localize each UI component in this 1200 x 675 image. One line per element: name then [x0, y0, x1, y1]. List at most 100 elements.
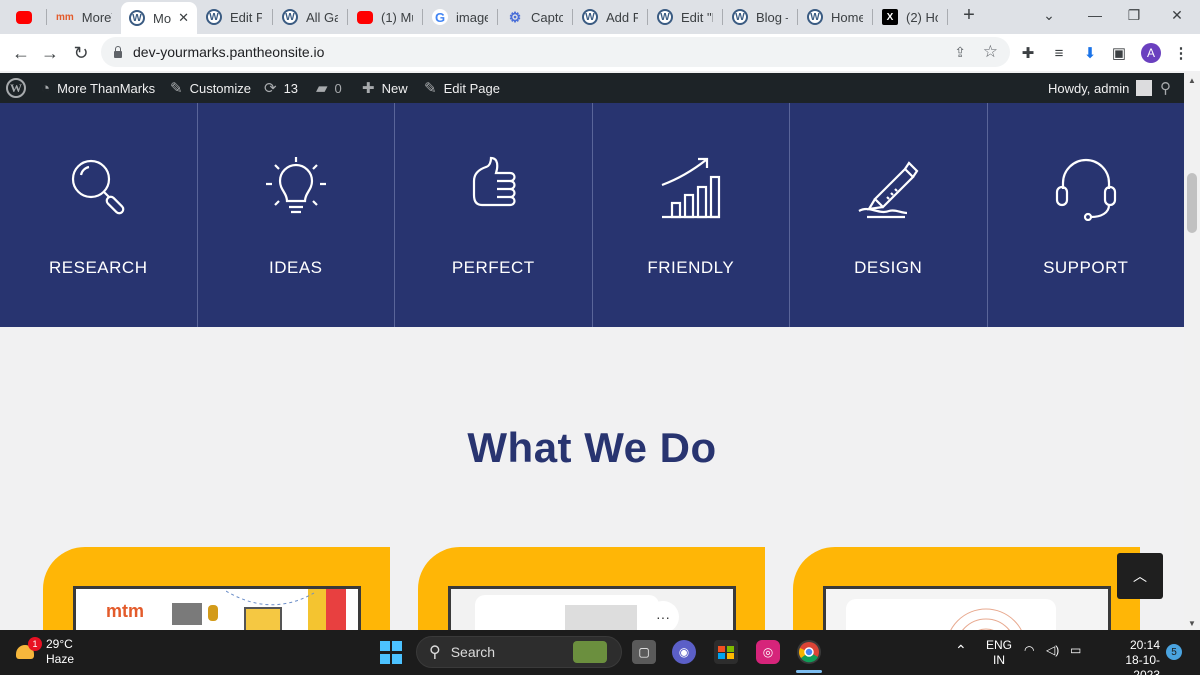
- new-content-link[interactable]: ✚ New: [362, 73, 408, 103]
- scroll-thumb[interactable]: [1187, 173, 1197, 233]
- close-tab-icon[interactable]: ✕: [178, 10, 189, 26]
- wordpress-icon: W: [732, 9, 748, 25]
- service-card[interactable]: [793, 547, 1140, 646]
- language-indicator[interactable]: ENG IN: [986, 638, 1012, 668]
- wordpress-icon: W: [582, 9, 598, 25]
- my-account-menu[interactable]: Howdy, admin: [1048, 73, 1153, 103]
- comments-link[interactable]: ▰ 0: [316, 73, 342, 103]
- growth-chart-icon: [661, 157, 720, 219]
- wordpress-icon: W: [206, 9, 222, 25]
- notification-center-badge[interactable]: 5: [1166, 644, 1182, 660]
- browser-tab[interactable]: (1) Mul: [349, 4, 421, 30]
- wifi-icon[interactable]: ◠: [1024, 643, 1034, 658]
- feature-label: IDEAS: [268, 258, 323, 277]
- side-panel-icon[interactable]: ▣: [1108, 42, 1130, 64]
- browser-tab-strip: mm MoreTh W Mo ✕ W Edit Pag W All Galle …: [0, 0, 1200, 34]
- more-menu-icon[interactable]: ⋮: [1170, 42, 1192, 64]
- browser-tab[interactable]: W Blog – I: [724, 4, 796, 30]
- battery-icon[interactable]: ▭: [1070, 643, 1081, 658]
- profile-avatar[interactable]: A: [1141, 43, 1161, 63]
- youtube-icon: [16, 10, 32, 24]
- wordpress-logo-icon: W: [6, 78, 26, 98]
- instagram-icon[interactable]: ◎: [756, 640, 780, 664]
- browser-tab[interactable]: W Edit "Bl: [649, 4, 721, 30]
- tab-search-chevron-icon[interactable]: ⌄: [1026, 0, 1072, 30]
- microsoft-store-icon[interactable]: [714, 640, 738, 664]
- scroll-down-arrow-icon[interactable]: ▼: [1184, 616, 1200, 630]
- browser-tab[interactable]: X (2) Hon: [874, 4, 946, 30]
- browser-tab[interactable]: W Edit Pag: [198, 4, 270, 30]
- paintbrush-icon: ✎: [170, 80, 183, 97]
- weather-widget[interactable]: 1 29°C Haze: [12, 637, 74, 667]
- back-to-top-button[interactable]: ︿: [1117, 553, 1163, 599]
- media-control-icon[interactable]: ≡: [1048, 42, 1070, 64]
- address-bar[interactable]: dev-yourmarks.pantheonsite.io ⇪ ☆: [101, 37, 1010, 67]
- admin-search-button[interactable]: ⚲: [1160, 73, 1171, 103]
- feature-label: PERFECT: [451, 258, 535, 277]
- notification-badge: 1: [28, 637, 42, 651]
- lock-icon: [113, 46, 123, 58]
- browser-tab[interactable]: mm MoreTh: [48, 4, 120, 30]
- plus-icon: ✚: [362, 80, 375, 97]
- haze-weather-icon: 1: [12, 637, 42, 665]
- browser-toolbar: ← → ↻ dev-yourmarks.pantheonsite.io ⇪ ☆ …: [0, 34, 1200, 71]
- feature-label: DESIGN: [854, 258, 923, 277]
- avatar: [1136, 80, 1153, 96]
- bookmark-star-icon[interactable]: ☆: [983, 42, 998, 62]
- close-window-button[interactable]: ✕: [1154, 0, 1200, 30]
- dashboard-icon: ◔: [41, 79, 51, 97]
- updates-link[interactable]: ⟳ 13: [264, 73, 298, 103]
- forward-arrow-icon[interactable]: →: [37, 40, 63, 66]
- download-icon[interactable]: ⬇: [1079, 42, 1101, 64]
- browser-tab[interactable]: W Add Plu: [574, 4, 646, 30]
- service-card[interactable]: ···: [418, 547, 765, 646]
- share-icon[interactable]: ⇪: [954, 44, 966, 61]
- feature-support[interactable]: SUPPORT: [988, 103, 1185, 327]
- wp-logo-menu[interactable]: W: [6, 73, 26, 103]
- captcha-icon: ⚙: [508, 8, 522, 25]
- volume-icon[interactable]: ◁): [1046, 643, 1059, 658]
- clock[interactable]: 20:14 18-10-2023: [1100, 638, 1160, 675]
- feature-label: FRIENDLY: [647, 258, 735, 277]
- headset-icon: [1055, 158, 1116, 221]
- comment-bubble-icon: ▰: [316, 80, 328, 97]
- site-name-link[interactable]: ◔ More ThanMarks: [41, 73, 155, 103]
- extensions-puzzle-icon[interactable]: ✚: [1017, 42, 1039, 64]
- more-dots-icon: ···: [647, 601, 679, 633]
- feature-research[interactable]: RESEARCH: [0, 103, 198, 327]
- show-hidden-icons-chevron-icon[interactable]: ⌃: [955, 643, 967, 658]
- browser-tab[interactable]: [8, 4, 44, 30]
- restore-button[interactable]: ❐: [1111, 0, 1157, 30]
- browser-tab[interactable]: W All Galle: [274, 4, 346, 30]
- url-text: dev-yourmarks.pantheonsite.io: [133, 44, 325, 60]
- x-twitter-icon: X: [882, 9, 898, 25]
- pencil-icon: ✎: [424, 80, 437, 97]
- feature-design[interactable]: DESIGN: [790, 103, 988, 327]
- back-arrow-icon[interactable]: ←: [8, 40, 34, 66]
- youtube-icon: [357, 10, 373, 24]
- feature-label: RESEARCH: [49, 258, 148, 277]
- reload-icon[interactable]: ↻: [68, 40, 94, 66]
- edit-page-link[interactable]: ✎ Edit Page: [424, 73, 500, 103]
- task-view-icon[interactable]: ▢: [632, 640, 656, 664]
- feature-perfect[interactable]: PERFECT: [395, 103, 593, 327]
- service-card[interactable]: mtm: [43, 547, 390, 646]
- taskbar-search[interactable]: ⚲ Search: [416, 636, 622, 668]
- browser-tab-active[interactable]: W Mo ✕: [121, 2, 197, 34]
- mtm-logo-icon: mm: [56, 11, 74, 23]
- browser-tab[interactable]: ⚙ Captcha: [499, 4, 571, 30]
- browser-tab[interactable]: G images: [424, 4, 496, 30]
- browser-tab[interactable]: W Home: [799, 4, 871, 30]
- start-button[interactable]: [379, 640, 403, 664]
- new-tab-button[interactable]: +: [946, 0, 992, 30]
- scroll-up-arrow-icon[interactable]: ▲: [1184, 73, 1200, 87]
- feature-friendly[interactable]: FRIENDLY: [593, 103, 790, 327]
- chrome-icon[interactable]: [797, 640, 821, 664]
- windows-taskbar: 1 29°C Haze ⚲ Search ▢ ◉ ◎ ⌃ ENG IN ◠ ◁)…: [0, 630, 1200, 675]
- wordpress-icon: W: [657, 9, 673, 25]
- customize-link[interactable]: ✎ Customize: [170, 73, 251, 103]
- feature-ideas[interactable]: IDEAS: [198, 103, 395, 327]
- mtm-logo-icon: mtm: [106, 601, 145, 621]
- page-scrollbar[interactable]: ▲ ▼: [1184, 73, 1200, 630]
- teams-chat-icon[interactable]: ◉: [672, 640, 696, 664]
